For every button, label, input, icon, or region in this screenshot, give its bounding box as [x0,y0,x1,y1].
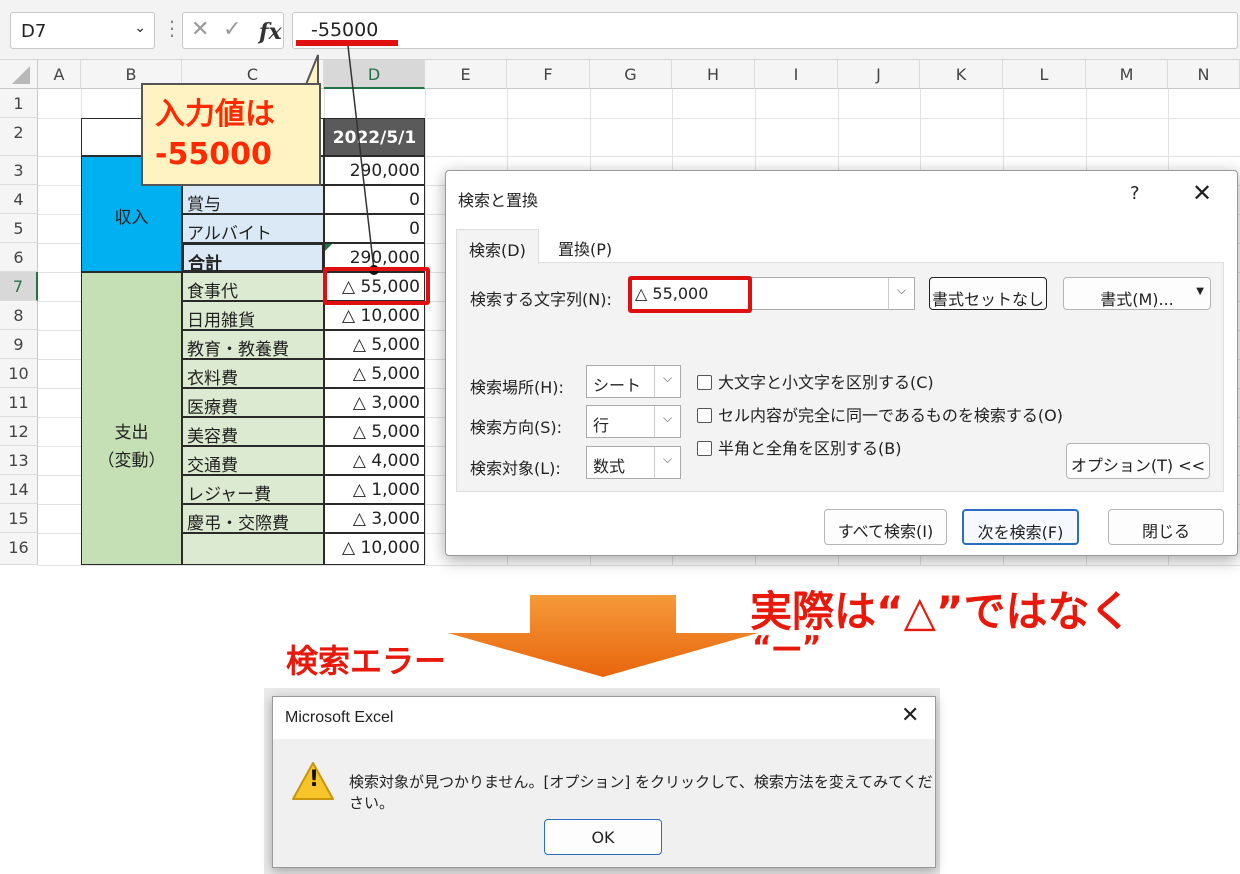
close-icon[interactable]: ✕ [901,703,919,728]
match-byte-checkbox[interactable]: 半角と全角を区別する(B) [697,435,901,459]
chevron-down-icon[interactable]: ⌵ [888,278,914,309]
match-case-label: 大文字と小文字を区別する(C) [718,373,934,392]
checkbox-box[interactable] [697,441,712,456]
within-select[interactable]: シート ⌵ [586,365,681,398]
no-format-button[interactable]: 書式セットなし [929,277,1047,310]
options-button[interactable]: オプション(T) << [1066,443,1210,479]
actual-note-line-2: “—” [752,630,822,665]
error-dialog-body: ! 検索対象が見つかりません。[オプション] をクリックして、検索方法を変えてみ… [273,739,935,867]
find-what-label: 検索する文字列(N): [470,290,612,309]
find-value-highlight [628,276,752,313]
dropdown-icon: ▼ [1196,286,1204,297]
find-all-button[interactable]: すべて検索(I) [824,509,947,545]
search-direction-label: 検索方向(S): [470,418,563,437]
chevron-down-icon[interactable]: ⌵ [654,447,680,478]
warning-mark: ! [309,767,320,792]
callout-box: 入力値は -55000 [141,83,321,186]
within-label: 検索場所(H): [470,378,564,397]
close-icon[interactable]: ✕ [1192,179,1212,207]
chevron-down-icon[interactable]: ⌵ [654,406,680,437]
look-in-select[interactable]: 数式 ⌵ [586,446,681,479]
search-direction-value: 行 [593,416,610,435]
checkbox-box[interactable] [697,408,712,423]
find-replace-dialog: 検索と置換 ? ✕ 検索(D) 置換(P) 検索する文字列(N): △ 55,0… [445,170,1238,556]
tab-find[interactable]: 検索(D) [456,229,539,264]
format-button-label: 書式(M)... [1100,290,1174,309]
callout-line-1: 入力値は [155,97,275,132]
find-next-button[interactable]: 次を検索(F) [962,509,1079,545]
checkbox-box[interactable] [697,375,712,390]
error-message: 検索対象が見つかりません。[オプション] をクリックして、検索方法を変えてみてく… [349,773,933,812]
tab-replace[interactable]: 置換(P) [546,229,624,263]
close-button[interactable]: 閉じる [1108,509,1224,545]
error-dialog: Microsoft Excel ✕ ! 検索対象が見つかりません。[オプション]… [272,696,936,868]
dialog-title: 検索と置換 [458,191,539,210]
search-error-label: 検索エラー [286,642,447,680]
format-button[interactable]: 書式(M)... ▼ [1063,277,1211,310]
match-entire-checkbox[interactable]: セル内容が完全に同一であるものを検索する(O) [697,402,1063,426]
ok-button[interactable]: OK [544,819,662,855]
callout-line-2: -55000 [155,137,272,172]
match-entire-label: セル内容が完全に同一であるものを検索する(O) [718,406,1063,425]
d7-highlight-box [323,267,430,305]
within-value: シート [593,376,642,395]
help-icon[interactable]: ? [1130,183,1140,204]
error-dialog-titlebar: Microsoft Excel ✕ [273,697,937,739]
error-dialog-title: Microsoft Excel [285,709,394,726]
match-byte-label: 半角と全角を区別する(B) [718,439,902,458]
search-direction-select[interactable]: 行 ⌵ [586,405,681,438]
chevron-down-icon[interactable]: ⌵ [654,366,680,397]
look-in-value: 数式 [593,457,626,476]
match-case-checkbox[interactable]: 大文字と小文字を区別する(C) [697,369,934,393]
look-in-label: 検索対象(L): [470,459,561,478]
down-arrow-icon [448,595,758,677]
